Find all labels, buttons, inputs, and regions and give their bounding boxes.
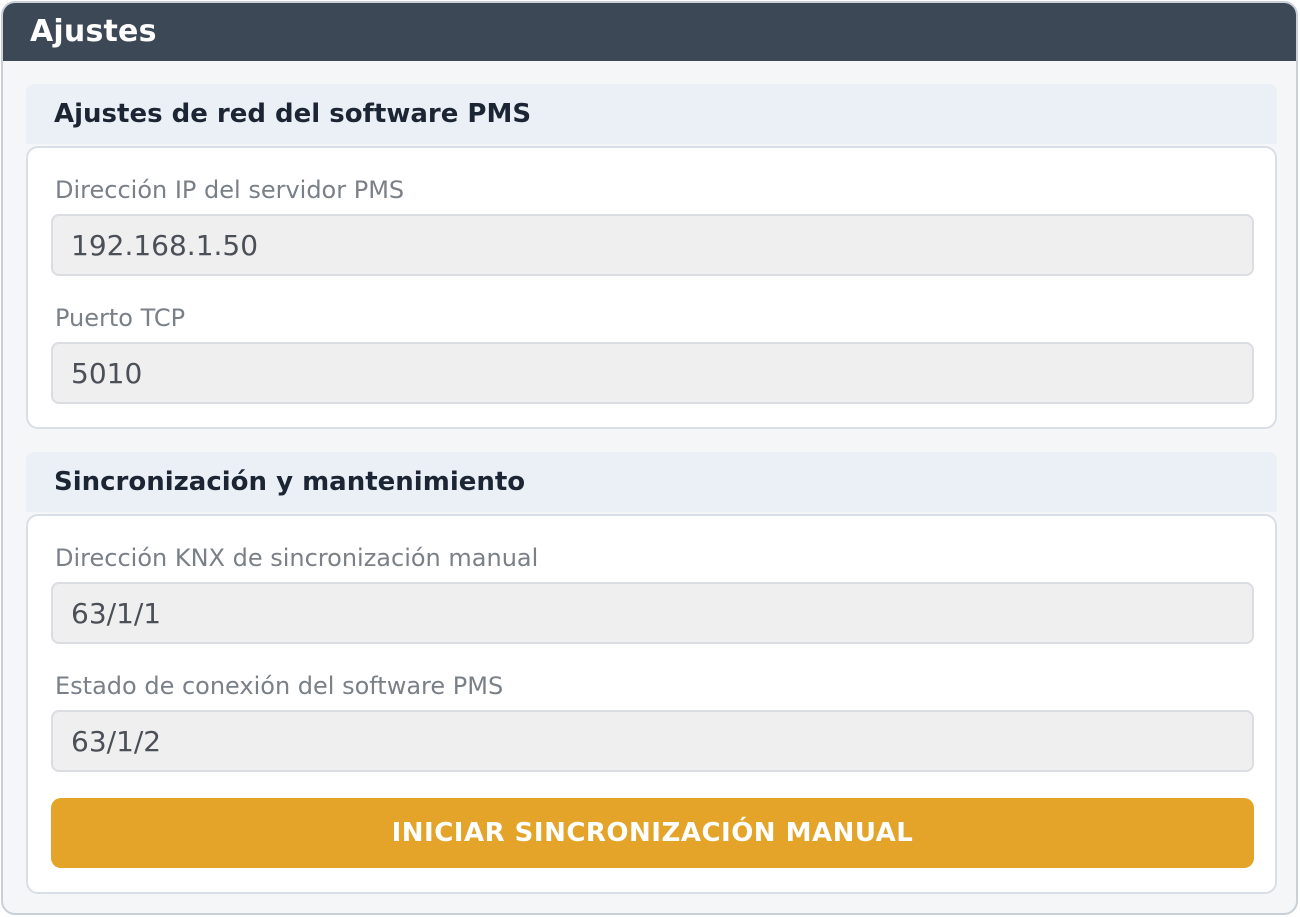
window-title: Ajustes (3, 3, 1296, 61)
section-header-sync: Sincronización y mantenimiento (26, 452, 1277, 512)
knx-sync-address-label: Dirección KNX de sincronización manual (55, 544, 539, 572)
knx-sync-address-input[interactable] (51, 582, 1254, 644)
pms-server-ip-label: Dirección IP del servidor PMS (55, 176, 405, 204)
pms-connection-status-input[interactable] (51, 710, 1254, 772)
pms-server-ip-input[interactable] (51, 214, 1254, 276)
section-header-network: Ajustes de red del software PMS (26, 84, 1277, 144)
settings-window: Ajustes Ajustes de red del software PMS … (1, 1, 1298, 915)
sync-maintenance-card: Dirección KNX de sincronización manual E… (26, 514, 1277, 894)
network-settings-card: Dirección IP del servidor PMS Puerto TCP (26, 146, 1277, 429)
start-manual-sync-button[interactable]: INICIAR SINCRONIZACIÓN MANUAL (51, 798, 1254, 868)
tcp-port-input[interactable] (51, 342, 1254, 404)
pms-connection-status-label: Estado de conexión del software PMS (55, 672, 504, 700)
tcp-port-label: Puerto TCP (55, 304, 186, 332)
